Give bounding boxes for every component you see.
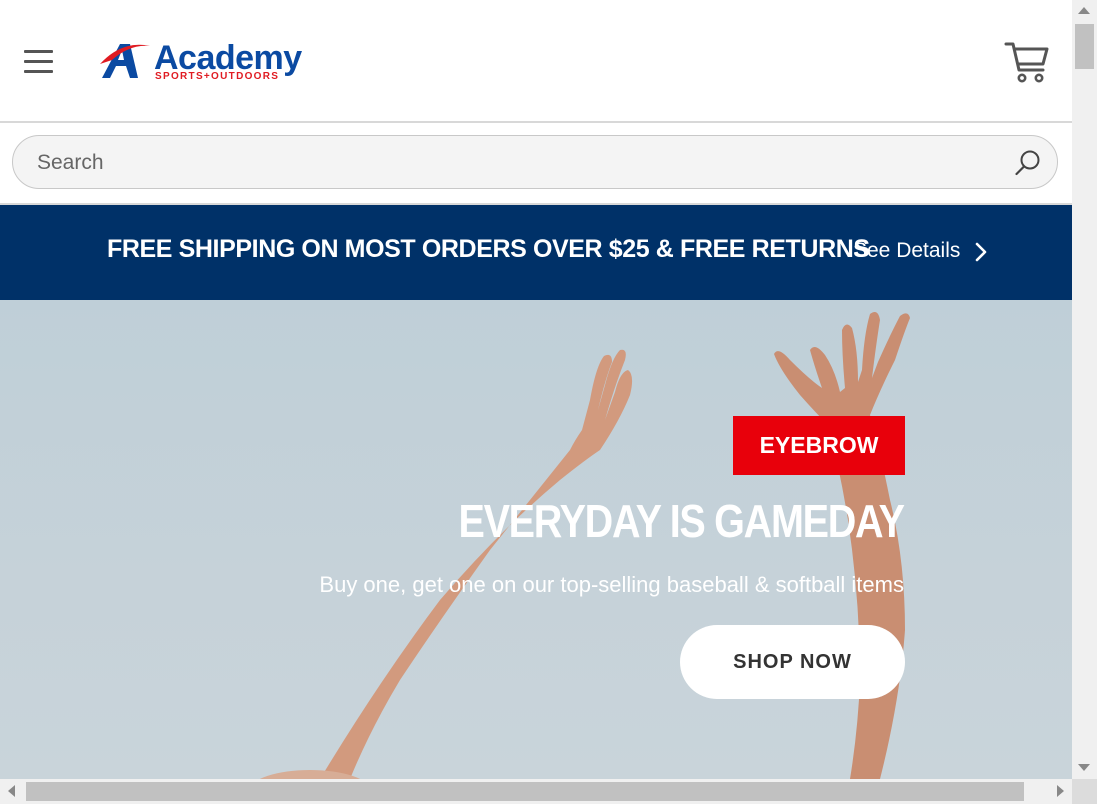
- page-viewport: Academy SPORTS+OUTDOORS FREE SHIPPING O: [0, 0, 1072, 779]
- academy-a-mark-icon: [100, 44, 150, 78]
- scroll-left-arrow-icon[interactable]: [8, 785, 15, 797]
- hero-banner: EYEBROW EVERYDAY IS GAMEDAY Buy one, get…: [0, 300, 1072, 779]
- search-input[interactable]: [35, 146, 979, 180]
- site-header: Academy SPORTS+OUTDOORS: [0, 0, 1072, 123]
- logo-tagline: SPORTS+OUTDOORS: [155, 71, 280, 82]
- search-bar-container: [0, 123, 1072, 205]
- scrollbar-corner: [1072, 779, 1097, 804]
- vertical-scrollbar[interactable]: [1072, 0, 1097, 779]
- shop-now-button[interactable]: SHOP NOW: [680, 625, 905, 699]
- scroll-up-arrow-icon[interactable]: [1078, 7, 1090, 14]
- search-box: [12, 135, 1058, 189]
- academy-logo[interactable]: Academy SPORTS+OUTDOORS: [100, 38, 330, 86]
- promo-text: FREE SHIPPING ON MOST ORDERS OVER $25 & …: [107, 235, 870, 263]
- hamburger-menu-icon[interactable]: [24, 50, 54, 74]
- horizontal-scrollbar[interactable]: [0, 779, 1072, 804]
- vertical-scroll-thumb[interactable]: [1075, 24, 1094, 69]
- hero-subtitle: Buy one, get one on our top-selling base…: [319, 572, 904, 597]
- see-details-link[interactable]: See Details: [853, 239, 960, 263]
- scroll-right-arrow-icon[interactable]: [1057, 785, 1064, 797]
- hero-title: EVERYDAY IS GAMEDAY: [458, 495, 906, 547]
- shopping-cart-icon[interactable]: [1004, 40, 1050, 84]
- horizontal-scroll-thumb[interactable]: [26, 782, 1024, 801]
- chevron-right-icon[interactable]: [974, 241, 988, 263]
- promo-banner: FREE SHIPPING ON MOST ORDERS OVER $25 & …: [0, 205, 1072, 300]
- search-icon[interactable]: [1013, 148, 1043, 178]
- scroll-down-arrow-icon[interactable]: [1078, 764, 1090, 771]
- eyebrow-badge: EYEBROW: [733, 416, 905, 475]
